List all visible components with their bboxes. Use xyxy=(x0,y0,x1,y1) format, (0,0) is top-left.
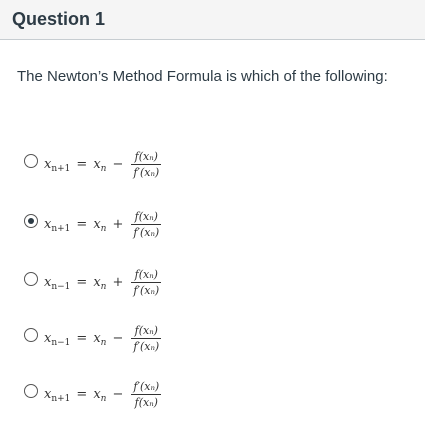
formula: x n+1 = xn + f(xₙ) f′(xₙ) xyxy=(44,210,162,239)
radio-button[interactable] xyxy=(24,272,38,286)
fraction: f(xₙ) f′(xₙ) xyxy=(131,210,162,239)
answer-option-3[interactable]: x n−1 = xn + f(xₙ) f′(xₙ) xyxy=(0,268,425,320)
formula: x n−1 = xn + f(xₙ) f′(xₙ) xyxy=(44,268,162,297)
answer-option-1[interactable]: x n+1 = xn − f(xₙ) f′(xₙ) xyxy=(0,150,425,202)
formula: x n+1 = xn − f(xₙ) f′(xₙ) xyxy=(44,150,162,179)
question-title: Question 1 xyxy=(12,9,106,29)
answer-option-2[interactable]: x n+1 = xn + f(xₙ) f′(xₙ) xyxy=(0,210,425,262)
fraction: f′(xₙ) f(xₙ) xyxy=(131,380,162,409)
fraction: f(xₙ) f′(xₙ) xyxy=(131,150,162,179)
question-prompt: The Newton’s Method Formula is which of … xyxy=(17,68,388,85)
radio-button[interactable] xyxy=(24,214,38,228)
radio-button[interactable] xyxy=(24,154,38,168)
question-header: Question 1 xyxy=(0,0,425,40)
fraction: f(xₙ) f′(xₙ) xyxy=(131,268,162,297)
answer-option-4[interactable]: x n−1 = xn − f(xₙ) f′(xₙ) xyxy=(0,324,425,376)
fraction: f(xₙ) f′(xₙ) xyxy=(131,324,162,353)
formula: x n+1 = xn − f′(xₙ) f(xₙ) xyxy=(44,380,162,409)
radio-button[interactable] xyxy=(24,328,38,342)
formula: x n−1 = xn − f(xₙ) f′(xₙ) xyxy=(44,324,162,353)
answer-option-5[interactable]: x n+1 = xn − f′(xₙ) f(xₙ) xyxy=(0,380,425,432)
radio-button[interactable] xyxy=(24,384,38,398)
